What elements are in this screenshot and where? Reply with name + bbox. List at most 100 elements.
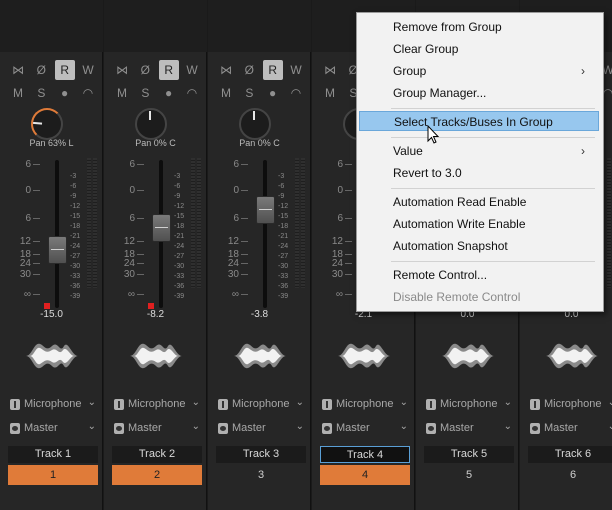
automation-button-row: ⋈ØRW (8, 60, 98, 80)
meter-scale-tick: -39 (278, 293, 289, 300)
solo-button[interactable]: S (135, 83, 155, 103)
menu-item-select-tracks-buses-in-group[interactable]: Select Tracks/Buses In Group (359, 111, 599, 131)
solo-button[interactable]: S (31, 83, 51, 103)
mute-button[interactable]: M (216, 83, 236, 103)
track-number[interactable]: 2 (112, 465, 202, 485)
monitor-button[interactable]: ◠ (78, 83, 98, 103)
menu-separator (391, 137, 595, 138)
input-selector[interactable]: Microphone ⌄ (320, 397, 410, 413)
menu-item-remote-control[interactable]: Remote Control... (359, 265, 599, 285)
menu-item-disable-remote-control[interactable]: Disable Remote Control (359, 287, 599, 307)
solo-button[interactable]: S (239, 83, 259, 103)
input-selector[interactable]: Microphone ⌄ (528, 397, 612, 413)
output-selector[interactable]: Master ⌄ (112, 421, 202, 437)
mute-button[interactable]: M (320, 83, 340, 103)
phase-invert-button[interactable]: ⋈ (8, 60, 28, 80)
pan-label: Pan 0% C (239, 138, 280, 148)
write-automation-button[interactable]: W (78, 60, 98, 80)
waveform-icon (546, 343, 598, 369)
read-automation-button[interactable]: R (262, 60, 283, 80)
input-selector[interactable]: Microphone ⌄ (112, 397, 202, 413)
meter-scale-tick: -39 (70, 293, 81, 300)
track-number[interactable]: 4 (320, 465, 410, 485)
read-automation-button[interactable]: R (158, 60, 179, 80)
track-name[interactable]: Track 3 (216, 446, 306, 463)
gain-value[interactable]: -15.0 (0, 309, 103, 320)
track-name[interactable]: Track 2 (112, 446, 202, 463)
track-number[interactable]: 3 (216, 465, 306, 485)
record-arm-button[interactable]: ● (263, 83, 283, 103)
track-name[interactable]: Track 6 (528, 446, 612, 463)
chevron-down-icon: ⌄ (399, 421, 408, 432)
track-name[interactable]: Track 5 (424, 446, 514, 463)
volume-fader[interactable] (152, 214, 171, 243)
polarity-button[interactable]: Ø (31, 60, 51, 80)
volume-fader[interactable] (48, 235, 67, 264)
record-arm-button[interactable]: ● (55, 83, 75, 103)
chevron-down-icon: ⌄ (87, 421, 96, 432)
output-icon (114, 423, 124, 434)
track-number[interactable]: 6 (528, 465, 612, 485)
fader-scale-tick: 12 (316, 236, 352, 247)
fader-scale-tick: 0 (212, 185, 248, 196)
output-icon (10, 423, 20, 434)
meter-scale-tick: -36 (278, 283, 289, 290)
menu-separator (391, 188, 595, 189)
write-automation-button[interactable]: W (182, 60, 202, 80)
mix-button-row: MS●◠ (216, 83, 306, 103)
input-selector[interactable]: Microphone ⌄ (8, 397, 98, 413)
track-name[interactable]: Track 1 (8, 446, 98, 463)
volume-fader[interactable] (256, 195, 275, 224)
meter-scale-tick: -21 (70, 233, 81, 240)
meter-scale-tick: -6 (278, 183, 285, 190)
fader-scale-tick: 6 (108, 213, 144, 224)
waveform-icon (234, 343, 286, 369)
menu-item-revert-to-3-0[interactable]: Revert to 3.0 (359, 163, 599, 183)
menu-item-automation-snapshot[interactable]: Automation Snapshot (359, 236, 599, 256)
fader-scale-tick: 12 (4, 236, 40, 247)
output-selector[interactable]: Master ⌄ (528, 421, 612, 437)
track-number[interactable]: 5 (424, 465, 514, 485)
mute-button[interactable]: M (112, 83, 132, 103)
track-name[interactable]: Track 4 (320, 446, 410, 463)
submenu-arrow-icon: › (581, 144, 585, 158)
chevron-down-icon: ⌄ (607, 421, 612, 432)
record-arm-button[interactable]: ● (159, 83, 179, 103)
menu-item-group-manager[interactable]: Group Manager... (359, 83, 599, 103)
monitor-button[interactable]: ◠ (182, 83, 202, 103)
output-selector[interactable]: Master ⌄ (8, 421, 98, 437)
mute-button[interactable]: M (8, 83, 28, 103)
polarity-button[interactable]: Ø (239, 60, 259, 80)
pan-knob[interactable] (31, 108, 63, 140)
phase-invert-button[interactable]: ⋈ (320, 60, 340, 80)
track-number[interactable]: 1 (8, 465, 98, 485)
phase-invert-button[interactable]: ⋈ (216, 60, 236, 80)
gain-value[interactable]: -8.2 (104, 309, 207, 320)
write-automation-button[interactable]: W (286, 60, 306, 80)
meter-scale-tick: -3 (278, 173, 285, 180)
menu-item-clear-group[interactable]: Clear Group (359, 39, 599, 59)
meter-scale-tick: -9 (70, 193, 77, 200)
pan-knob[interactable] (239, 108, 271, 140)
menu-item-automation-read-enable[interactable]: Automation Read Enable (359, 192, 599, 212)
chevron-down-icon: ⌄ (399, 397, 408, 408)
menu-item-automation-write-enable[interactable]: Automation Write Enable (359, 214, 599, 234)
gain-value[interactable]: -3.8 (208, 309, 311, 320)
phase-invert-button[interactable]: ⋈ (112, 60, 132, 80)
fader-scale-tick: 6 (4, 159, 40, 170)
monitor-button[interactable]: ◠ (286, 83, 306, 103)
output-selector[interactable]: Master ⌄ (424, 421, 514, 437)
strip-header (208, 0, 311, 52)
output-selector[interactable]: Master ⌄ (216, 421, 306, 437)
polarity-button[interactable]: Ø (135, 60, 155, 80)
input-selector[interactable]: Microphone ⌄ (216, 397, 306, 413)
meter-scale-tick: -21 (174, 233, 185, 240)
read-automation-button[interactable]: R (54, 60, 75, 80)
output-selector[interactable]: Master ⌄ (320, 421, 410, 437)
menu-item-group[interactable]: Group › (359, 61, 599, 81)
input-selector[interactable]: Microphone ⌄ (424, 397, 514, 413)
pan-knob[interactable] (135, 108, 167, 140)
menu-item-remove-from-group[interactable]: Remove from Group (359, 17, 599, 37)
meter-scale-tick: -30 (70, 263, 81, 270)
menu-item-value[interactable]: Value › (359, 141, 599, 161)
